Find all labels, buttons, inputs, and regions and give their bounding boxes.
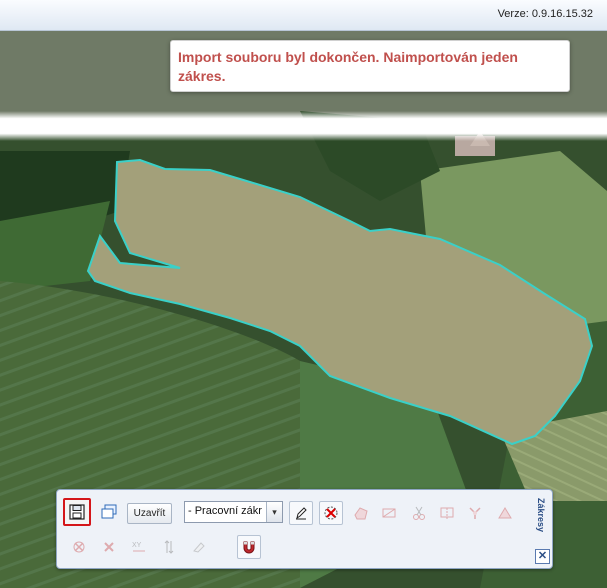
eraser-icon <box>193 542 205 553</box>
workspace-dropdown[interactable]: - Pracovní zákr ▾ <box>184 501 283 523</box>
version-label: Verze: 0.9.16.15.32 <box>497 8 593 20</box>
polygon-tool-button[interactable] <box>349 501 373 525</box>
close-button[interactable]: Uzavřít <box>127 503 172 524</box>
xy-icon: XY <box>132 542 145 552</box>
notification-message: Import souboru byl dokončen. Naimportová… <box>178 49 518 84</box>
top-bar: Verze: 0.9.16.15.32 <box>0 0 607 31</box>
map-label-band <box>0 111 607 141</box>
cancel-edit-button[interactable] <box>97 535 121 559</box>
polygon-icon <box>354 507 368 520</box>
cut-tool-button[interactable] <box>407 501 431 525</box>
magnet-icon <box>243 541 255 554</box>
shape-edit-icon <box>498 507 512 519</box>
remove-button[interactable] <box>67 535 91 559</box>
merge-icon <box>469 507 481 519</box>
close-icon[interactable]: ✕ <box>535 549 550 564</box>
side-tab-drawings[interactable]: Zákresy <box>532 492 550 544</box>
split-tool-button[interactable] <box>435 501 459 525</box>
chevron-down-icon: ▾ <box>266 502 282 522</box>
save-button[interactable] <box>63 498 91 526</box>
scissors-icon <box>413 506 425 520</box>
shape-edit-button[interactable] <box>493 501 517 525</box>
side-tab-label: Zákresy <box>536 497 546 533</box>
delete-vertex-button[interactable] <box>319 501 343 525</box>
delete-shape-icon <box>324 506 338 520</box>
drawing-toolbar: Uzavřít - Pracovní zákr ▾ XY Zákresy ✕ <box>56 489 553 569</box>
rectangle-icon <box>382 508 396 518</box>
remove-shape-icon <box>73 541 85 553</box>
edit-pen-button[interactable] <box>289 501 313 525</box>
pencil-icon <box>296 507 307 520</box>
dropdown-value: - Pracovní zákr <box>188 505 262 517</box>
merge-tool-button[interactable] <box>463 501 487 525</box>
move-button[interactable] <box>157 535 181 559</box>
windows-button[interactable] <box>97 500 121 524</box>
windows-icon <box>101 504 117 519</box>
move-arrows-icon <box>164 540 174 554</box>
split-icon <box>440 507 454 520</box>
rectangle-tool-button[interactable] <box>377 501 401 525</box>
svg-text:XY: XY <box>132 542 142 549</box>
import-notification: Import souboru byl dokončen. Naimportová… <box>170 40 570 92</box>
cross-icon <box>104 542 114 552</box>
coordinates-button[interactable]: XY <box>127 535 151 559</box>
snap-button[interactable] <box>237 535 261 559</box>
floppy-disk-icon <box>69 504 85 520</box>
draw-button[interactable] <box>187 535 211 559</box>
